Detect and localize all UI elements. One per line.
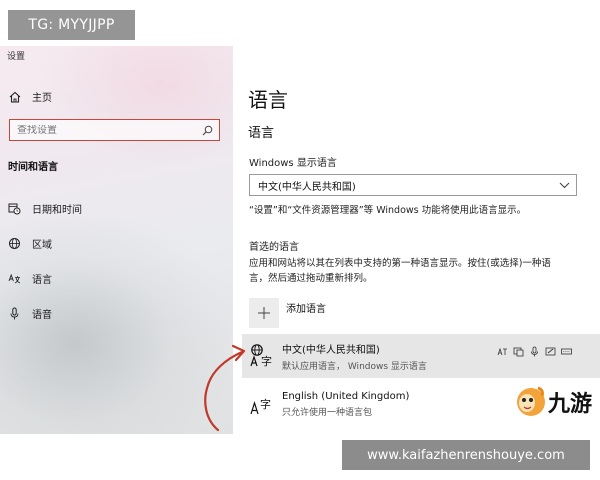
search-icon[interactable]: [202, 125, 213, 136]
display-language-label: Windows 显示语言: [249, 158, 337, 169]
sidebar-item-language[interactable]: 语言: [8, 271, 52, 286]
preferred-languages-label: 首选的语言: [249, 242, 299, 253]
sidebar-item-label: 语音: [32, 310, 52, 321]
sidebar-home[interactable]: 主页: [8, 89, 52, 104]
sidebar-item-label: 区域: [32, 240, 52, 251]
language-sub: 默认应用语言， Windows 显示语言: [282, 361, 427, 372]
sidebar-item-label: 语言: [32, 275, 52, 286]
text-to-speech-icon: [513, 342, 524, 357]
add-language-label: 添加语言: [286, 304, 326, 315]
language-feature-icons: [497, 342, 572, 357]
language-item-chinese[interactable]: 字 中文(中华人民共和国) 默认应用语言， Windows 显示语言: [242, 334, 600, 378]
display-language-feature-icon: [497, 342, 508, 356]
language-icon: [8, 272, 21, 285]
display-language-note: “设置”和“文件资源管理器”等 Windows 功能将使用此语言显示。: [249, 205, 527, 216]
jiuyou-logo: 九游: [514, 382, 600, 422]
sidebar-item-region[interactable]: 区域: [8, 236, 52, 251]
add-language-button[interactable]: 添加语言: [249, 298, 326, 328]
language-sub: 只允许使用一种语言包: [282, 407, 373, 418]
sidebar-item-label: 日期和时间: [32, 205, 82, 216]
language-name: English (United Kingdom): [282, 390, 410, 402]
handwriting-icon: [545, 342, 556, 356]
plus-icon: [258, 307, 270, 319]
display-language-value: 中文(中华人民共和国): [258, 181, 356, 193]
calendar-clock-icon: [8, 202, 21, 215]
sidebar-item-speech[interactable]: 语音: [8, 306, 52, 321]
microphone-icon: [8, 307, 21, 320]
keyboard-icon: [561, 342, 572, 355]
watermark-bottom: www.kaifazhenrenshouye.com: [342, 440, 590, 470]
home-icon: [9, 91, 21, 103]
settings-search[interactable]: [9, 119, 220, 141]
watermark-top: TG: MYYJJPP: [8, 10, 135, 40]
preferred-note-line2: 言，然后通过拖动重新排列。: [249, 273, 373, 284]
sidebar-item-date-time[interactable]: 日期和时间: [8, 201, 82, 216]
search-input[interactable]: [17, 124, 187, 136]
page-title: 语言: [248, 88, 288, 112]
add-box[interactable]: [249, 298, 279, 328]
svg-text:字: 字: [261, 354, 272, 368]
logo-text: 九游: [548, 392, 593, 417]
speech-recognition-icon: [529, 342, 540, 357]
language-settings-pane: 语言 语言 Windows 显示语言 中文(中华人民共和国) “设置”和“文件资…: [233, 46, 600, 434]
sidebar-home-label: 主页: [32, 93, 52, 104]
svg-text:字: 字: [260, 397, 271, 411]
display-language-dropdown[interactable]: 中文(中华人民共和国): [249, 174, 577, 196]
app-title: 设置: [7, 52, 26, 62]
section-title: 语言: [248, 126, 275, 141]
section-label: 时间和语言: [8, 162, 58, 173]
annotation-arrow: [204, 344, 246, 432]
language-name: 中文(中华人民共和国): [282, 344, 380, 356]
chevron-down-icon: [559, 182, 570, 188]
globe-icon: [8, 237, 21, 250]
preferred-note-line1: 应用和网站将以其在列表中支持的第一种语言显示。按住(或选择)一种语: [249, 258, 551, 269]
mascot-icon: [517, 386, 545, 416]
